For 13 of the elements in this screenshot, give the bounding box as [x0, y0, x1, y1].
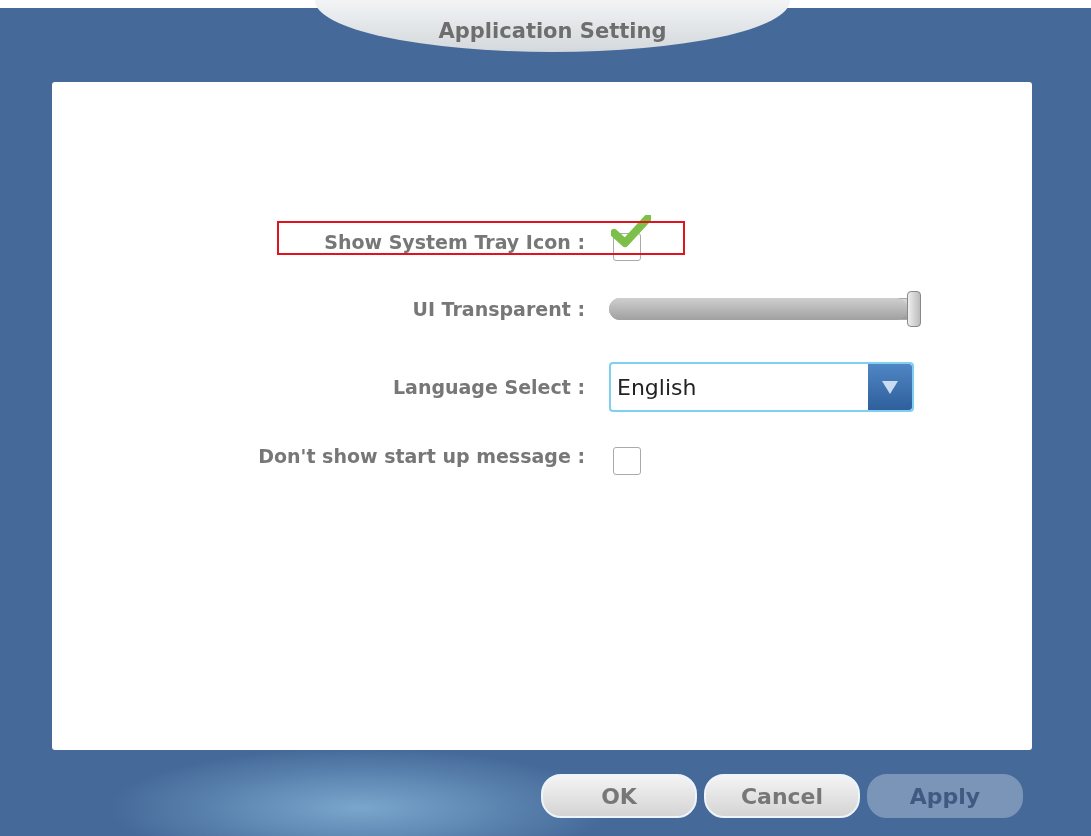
setting-label: Don't show start up message : — [258, 445, 585, 467]
slider-thumb[interactable] — [907, 291, 921, 327]
dialog-button[interactable]: Cancel — [704, 774, 860, 818]
checkbox[interactable] — [611, 215, 651, 261]
window-title: Application Setting — [438, 18, 667, 43]
language-dropdown[interactable]: English — [609, 362, 914, 412]
setting-label: UI Transparent : — [412, 298, 585, 320]
checkmark-icon — [611, 215, 651, 249]
setting-label: Language Select : — [392, 376, 585, 398]
dialog-button[interactable]: OK — [541, 774, 697, 818]
dropdown-arrow-icon — [881, 379, 899, 395]
setting-label: Show System Tray Icon : — [324, 231, 585, 253]
transparency-slider[interactable] — [609, 291, 921, 327]
